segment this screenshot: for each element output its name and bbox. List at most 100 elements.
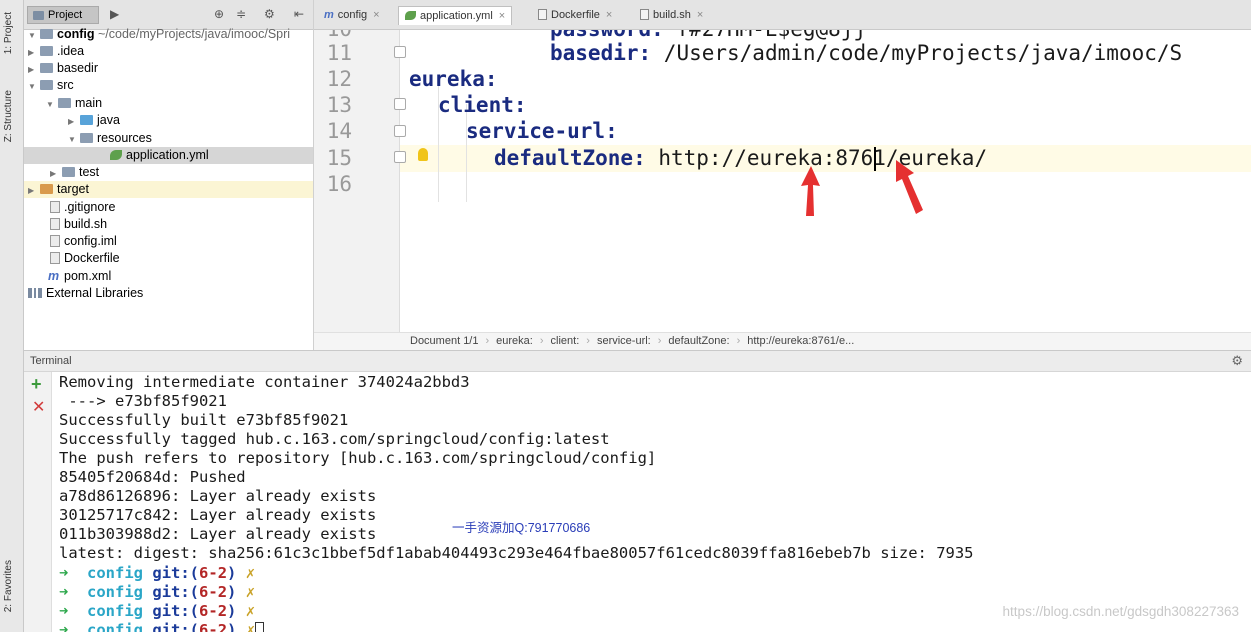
folder-icon xyxy=(40,29,53,39)
terminal-prompt: ➜ config git:(6-2) ✗ xyxy=(59,621,265,632)
play-icon[interactable]: ▶ xyxy=(110,7,119,21)
watermark: https://blog.csdn.net/gdsgdh308227363 xyxy=(1002,604,1239,619)
close-icon[interactable]: × xyxy=(606,9,612,21)
project-view-label: Project xyxy=(48,9,83,21)
prompt-dirty-icon: ✗ xyxy=(245,583,256,601)
yaml-key: eureka: xyxy=(409,67,498,91)
prompt-dirty-icon: ✗ xyxy=(245,564,256,582)
tree-item-label: config.iml xyxy=(64,234,117,248)
breadcrumb-default-zone[interactable]: defaultZone: xyxy=(668,335,729,347)
prompt-branch: 6-2 xyxy=(199,564,228,582)
prompt-dir: config xyxy=(87,602,144,620)
line-number: 14 xyxy=(326,119,352,143)
collapsed-arrow-icon: ▶ xyxy=(50,169,57,178)
fold-marker-icon[interactable] xyxy=(394,151,406,163)
tree-item-test[interactable]: ▶ test xyxy=(50,164,99,181)
close-icon[interactable]: × xyxy=(499,10,505,22)
code-line-14: service-url: xyxy=(466,119,618,143)
tree-root[interactable]: ▼ config ~/code/myProjects/java/imooc/Spr… xyxy=(28,26,290,43)
lightbulb-icon[interactable] xyxy=(418,148,428,161)
prompt-arrow-icon: ➜ xyxy=(59,621,69,632)
tree-item-idea[interactable]: ▶ .idea xyxy=(28,43,84,60)
file-icon xyxy=(50,201,60,213)
locate-icon[interactable]: ⊕ xyxy=(214,7,224,21)
yaml-key: client: xyxy=(438,93,527,117)
project-view-dropdown[interactable]: Project xyxy=(27,6,99,24)
gear-icon[interactable]: ⚙ xyxy=(1231,353,1243,369)
terminal-line: latest: digest: sha256:61c3c1bbef5df1aba… xyxy=(59,544,974,562)
tree-item-build-sh[interactable]: build.sh xyxy=(48,216,107,233)
tree-item-basedir[interactable]: ▶ basedir xyxy=(28,60,98,77)
folder-icon xyxy=(62,167,75,177)
tree-item-resources[interactable]: ▼ resources xyxy=(68,130,152,147)
breadcrumb-service-url[interactable]: service-url: xyxy=(597,335,651,347)
favorites-tool-tab[interactable]: 2: Favorites xyxy=(3,560,14,612)
maven-icon: m xyxy=(48,269,60,283)
hide-panel-icon[interactable]: ⇤ xyxy=(294,7,304,21)
terminal-title: Terminal xyxy=(30,355,72,367)
line-number: 16 xyxy=(326,172,352,196)
tab-config[interactable]: m config × xyxy=(318,6,386,25)
breadcrumb-eureka[interactable]: eureka: xyxy=(496,335,533,347)
tree-item-label: build.sh xyxy=(64,217,108,231)
tab-label: Dockerfile xyxy=(551,9,600,21)
close-session-icon[interactable]: ✕ xyxy=(32,397,45,417)
tree-item-src[interactable]: ▼ src xyxy=(28,77,74,94)
terminal-output[interactable]: Removing intermediate container 374024a2… xyxy=(52,372,1251,632)
terminal-line: Successfully tagged hub.c.163.com/spring… xyxy=(59,430,610,448)
tree-item-label: Dockerfile xyxy=(64,251,120,265)
collapse-icon[interactable]: ≑ xyxy=(236,7,246,21)
terminal-line: The push refers to repository [hub.c.163… xyxy=(59,449,657,467)
fold-marker-icon[interactable] xyxy=(394,98,406,110)
tree-item-gitignore[interactable]: .gitignore xyxy=(48,199,115,216)
root-name: config xyxy=(57,27,95,41)
tree-item-target[interactable]: ▶ target xyxy=(24,181,313,198)
tree-item-pom-xml[interactable]: m pom.xml xyxy=(46,268,111,285)
tree-item-label: basedir xyxy=(57,61,98,75)
new-session-icon[interactable]: + xyxy=(31,374,42,395)
tree-item-external-libraries[interactable]: External Libraries xyxy=(26,285,143,302)
terminal-line: Successfully built e73bf85f9021 xyxy=(59,411,349,429)
tab-application-yml[interactable]: application.yml × xyxy=(398,6,513,25)
breadcrumb-value[interactable]: http://eureka:8761/e... xyxy=(747,335,854,347)
tab-label: application.yml xyxy=(420,10,493,22)
code-line-11: basedir: /Users/admin/code/myProjects/ja… xyxy=(550,41,1182,65)
tree-item-application-yml[interactable]: application.yml xyxy=(24,147,313,164)
collapsed-arrow-icon: ▶ xyxy=(28,65,35,74)
tree-item-dockerfile[interactable]: Dockerfile xyxy=(48,250,120,267)
expand-arrow-icon: ▼ xyxy=(46,100,54,109)
tab-label: config xyxy=(337,9,368,21)
close-icon[interactable]: × xyxy=(373,9,379,21)
prompt-git: git:( xyxy=(152,602,200,620)
fold-marker-icon[interactable] xyxy=(394,46,406,58)
gear-icon[interactable]: ⚙ xyxy=(264,7,275,21)
prompt-dirty-icon: ✗ xyxy=(245,621,256,632)
tree-item-main[interactable]: ▼ main xyxy=(46,95,102,112)
tab-dockerfile[interactable]: Dockerfile × xyxy=(532,6,618,25)
spring-leaf-icon xyxy=(110,150,122,160)
tree-item-label: .gitignore xyxy=(64,200,116,214)
tab-label: build.sh xyxy=(653,9,691,21)
yaml-value: /Users/admin/code/myProjects/java/imooc/… xyxy=(651,41,1183,65)
breadcrumb-document[interactable]: Document 1/1 xyxy=(410,335,478,347)
red-annotation-arrow-icon xyxy=(801,166,820,216)
line-number: 10 xyxy=(320,30,352,41)
fold-marker-icon[interactable] xyxy=(394,125,406,137)
tree-item-config-iml[interactable]: config.iml xyxy=(48,233,117,250)
yaml-key: password: xyxy=(550,30,664,41)
breadcrumb-client[interactable]: client: xyxy=(551,335,580,347)
tree-item-java[interactable]: ▶ java xyxy=(68,112,120,129)
expand-arrow-icon: ▼ xyxy=(68,135,76,144)
code-editor[interactable]: 10 11 12 13 14 15 16 password: f#27HM-E$… xyxy=(314,30,1251,332)
tab-build-sh[interactable]: build.sh × xyxy=(634,6,709,25)
prompt-dir: config xyxy=(87,564,144,582)
project-tool-tab[interactable]: 1: Project xyxy=(3,12,14,54)
tool-window-strip: 1: Project Z: Structure 2: Favorites xyxy=(0,0,24,632)
file-icon xyxy=(50,252,60,264)
close-icon[interactable]: × xyxy=(697,9,703,21)
prompt-git-close: ) xyxy=(227,621,237,632)
yaml-key: basedir: xyxy=(550,41,652,65)
yaml-value: f#27HM-E$eg@8jj xyxy=(664,30,866,41)
structure-tool-tab[interactable]: Z: Structure xyxy=(3,90,14,142)
line-number: 11 xyxy=(326,41,352,65)
